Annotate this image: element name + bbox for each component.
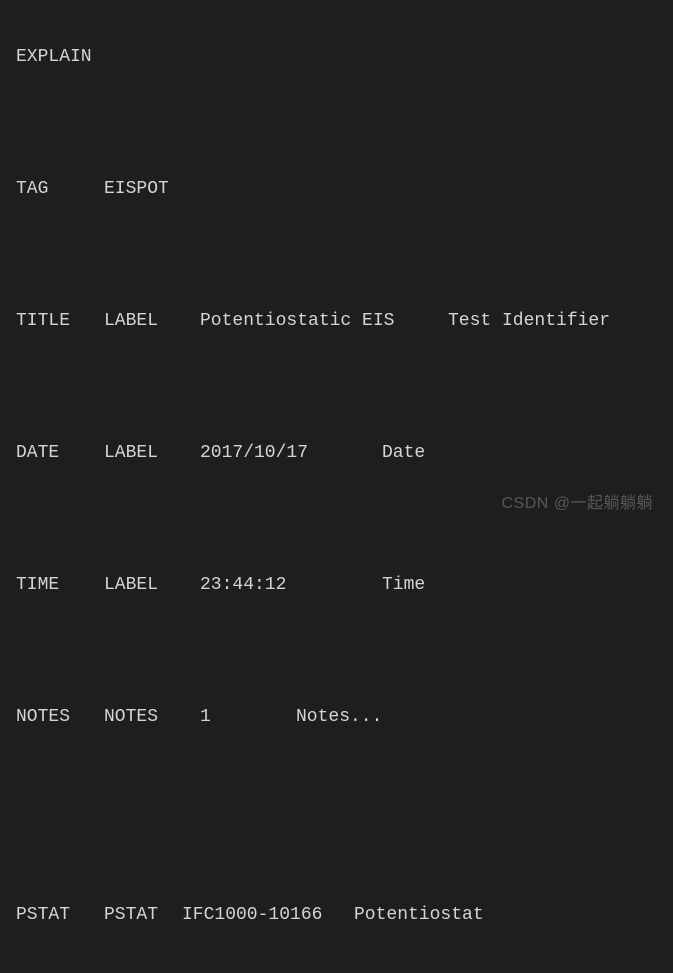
time-type: LABEL — [104, 569, 200, 602]
pstat-value: IFC1000-10166 — [182, 899, 354, 932]
blank-line — [16, 833, 657, 866]
watermark-text: CSDN @一起躺躺躺 — [501, 489, 653, 513]
blank-line — [16, 371, 657, 404]
blank-line — [16, 635, 657, 668]
tag-line: TAGEISPOT — [16, 173, 657, 206]
title-value: Potentiostatic EIS — [200, 305, 448, 338]
tag-value: EISPOT — [104, 173, 200, 206]
time-line: TIMELABEL23:44:12Time — [16, 569, 657, 602]
pstat-desc: Potentiostat — [354, 899, 484, 932]
tag-key: TAG — [16, 173, 104, 206]
date-line: DATELABEL2017/10/17Date — [16, 437, 657, 470]
pstat-key: PSTAT — [16, 899, 104, 932]
date-value: 2017/10/17 — [200, 437, 382, 470]
blank-line — [16, 239, 657, 272]
title-line: TITLELABELPotentiostatic EISTest Identif… — [16, 305, 657, 338]
date-key: DATE — [16, 437, 104, 470]
title-desc: Test Identifier — [448, 305, 610, 338]
explain-line: EXPLAIN — [16, 41, 657, 74]
code-area: EXPLAIN TAGEISPOT TITLELABELPotentiostat… — [0, 0, 673, 973]
blank-line — [16, 107, 657, 140]
pstat-line: PSTATPSTATIFC1000-10166Potentiostat — [16, 899, 657, 932]
date-type: LABEL — [104, 437, 200, 470]
pstat-type: PSTAT — [104, 899, 182, 932]
notes-value: 1 — [200, 701, 296, 734]
time-value: 23:44:12 — [200, 569, 382, 602]
notes-desc: Notes... — [296, 701, 382, 734]
time-desc: Time — [382, 569, 425, 602]
title-type: LABEL — [104, 305, 200, 338]
notes-type: NOTES — [104, 701, 200, 734]
title-key: TITLE — [16, 305, 104, 338]
blank-line — [16, 767, 657, 800]
time-key: TIME — [16, 569, 104, 602]
notes-key: NOTES — [16, 701, 104, 734]
notes-line: NOTESNOTES1Notes... — [16, 701, 657, 734]
date-desc: Date — [382, 437, 425, 470]
explain-key: EXPLAIN — [16, 41, 104, 74]
